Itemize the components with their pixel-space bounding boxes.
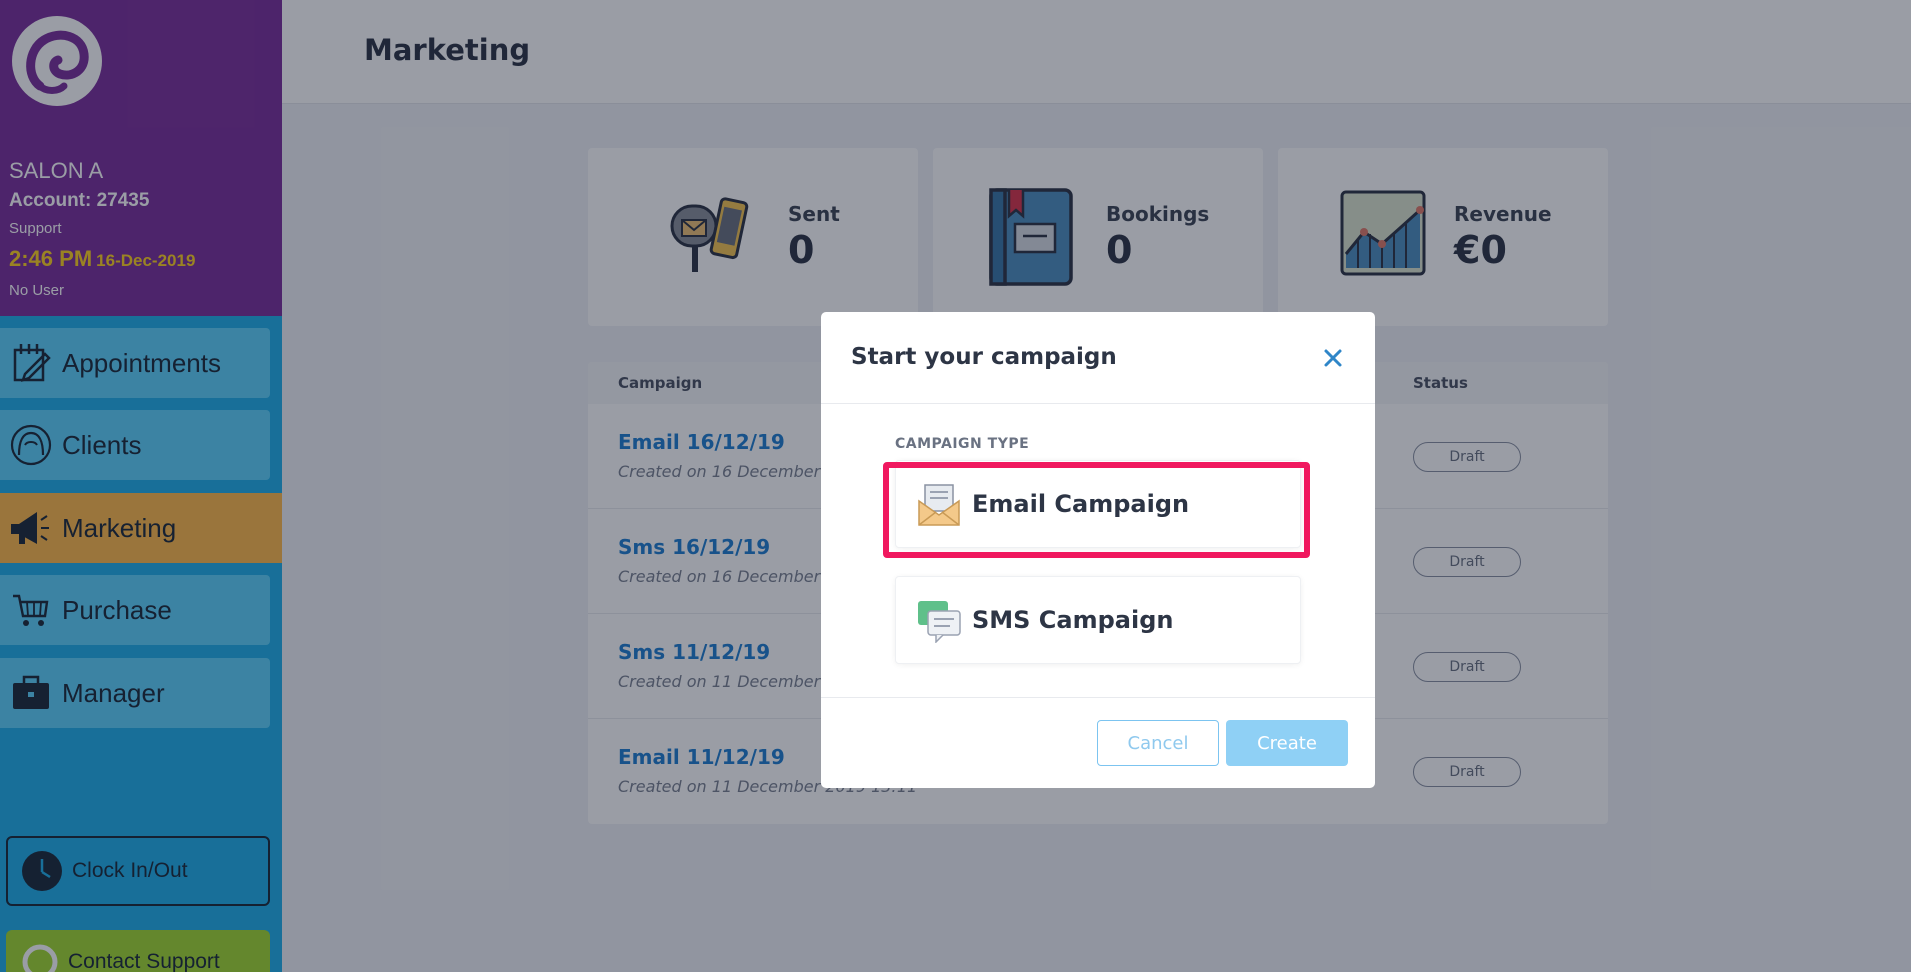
dialog-footer: Cancel Create (821, 697, 1375, 788)
create-button[interactable]: Create (1226, 720, 1348, 766)
dialog-header: Start your campaign (821, 312, 1375, 404)
close-icon[interactable] (1317, 342, 1349, 374)
envelope-icon (916, 481, 962, 527)
sms-campaign-option[interactable]: SMS Campaign (895, 576, 1301, 664)
email-campaign-option[interactable]: Email Campaign (895, 460, 1301, 548)
sms-campaign-label: SMS Campaign (972, 606, 1174, 634)
email-campaign-label: Email Campaign (972, 490, 1190, 518)
cancel-button[interactable]: Cancel (1097, 720, 1219, 766)
campaign-type-label: CAMPAIGN TYPE (895, 436, 1030, 452)
chat-bubbles-icon (916, 597, 962, 644)
dialog-title: Start your campaign (851, 344, 1117, 370)
start-campaign-dialog: Start your campaign CAMPAIGN TYPE Email … (821, 312, 1375, 788)
